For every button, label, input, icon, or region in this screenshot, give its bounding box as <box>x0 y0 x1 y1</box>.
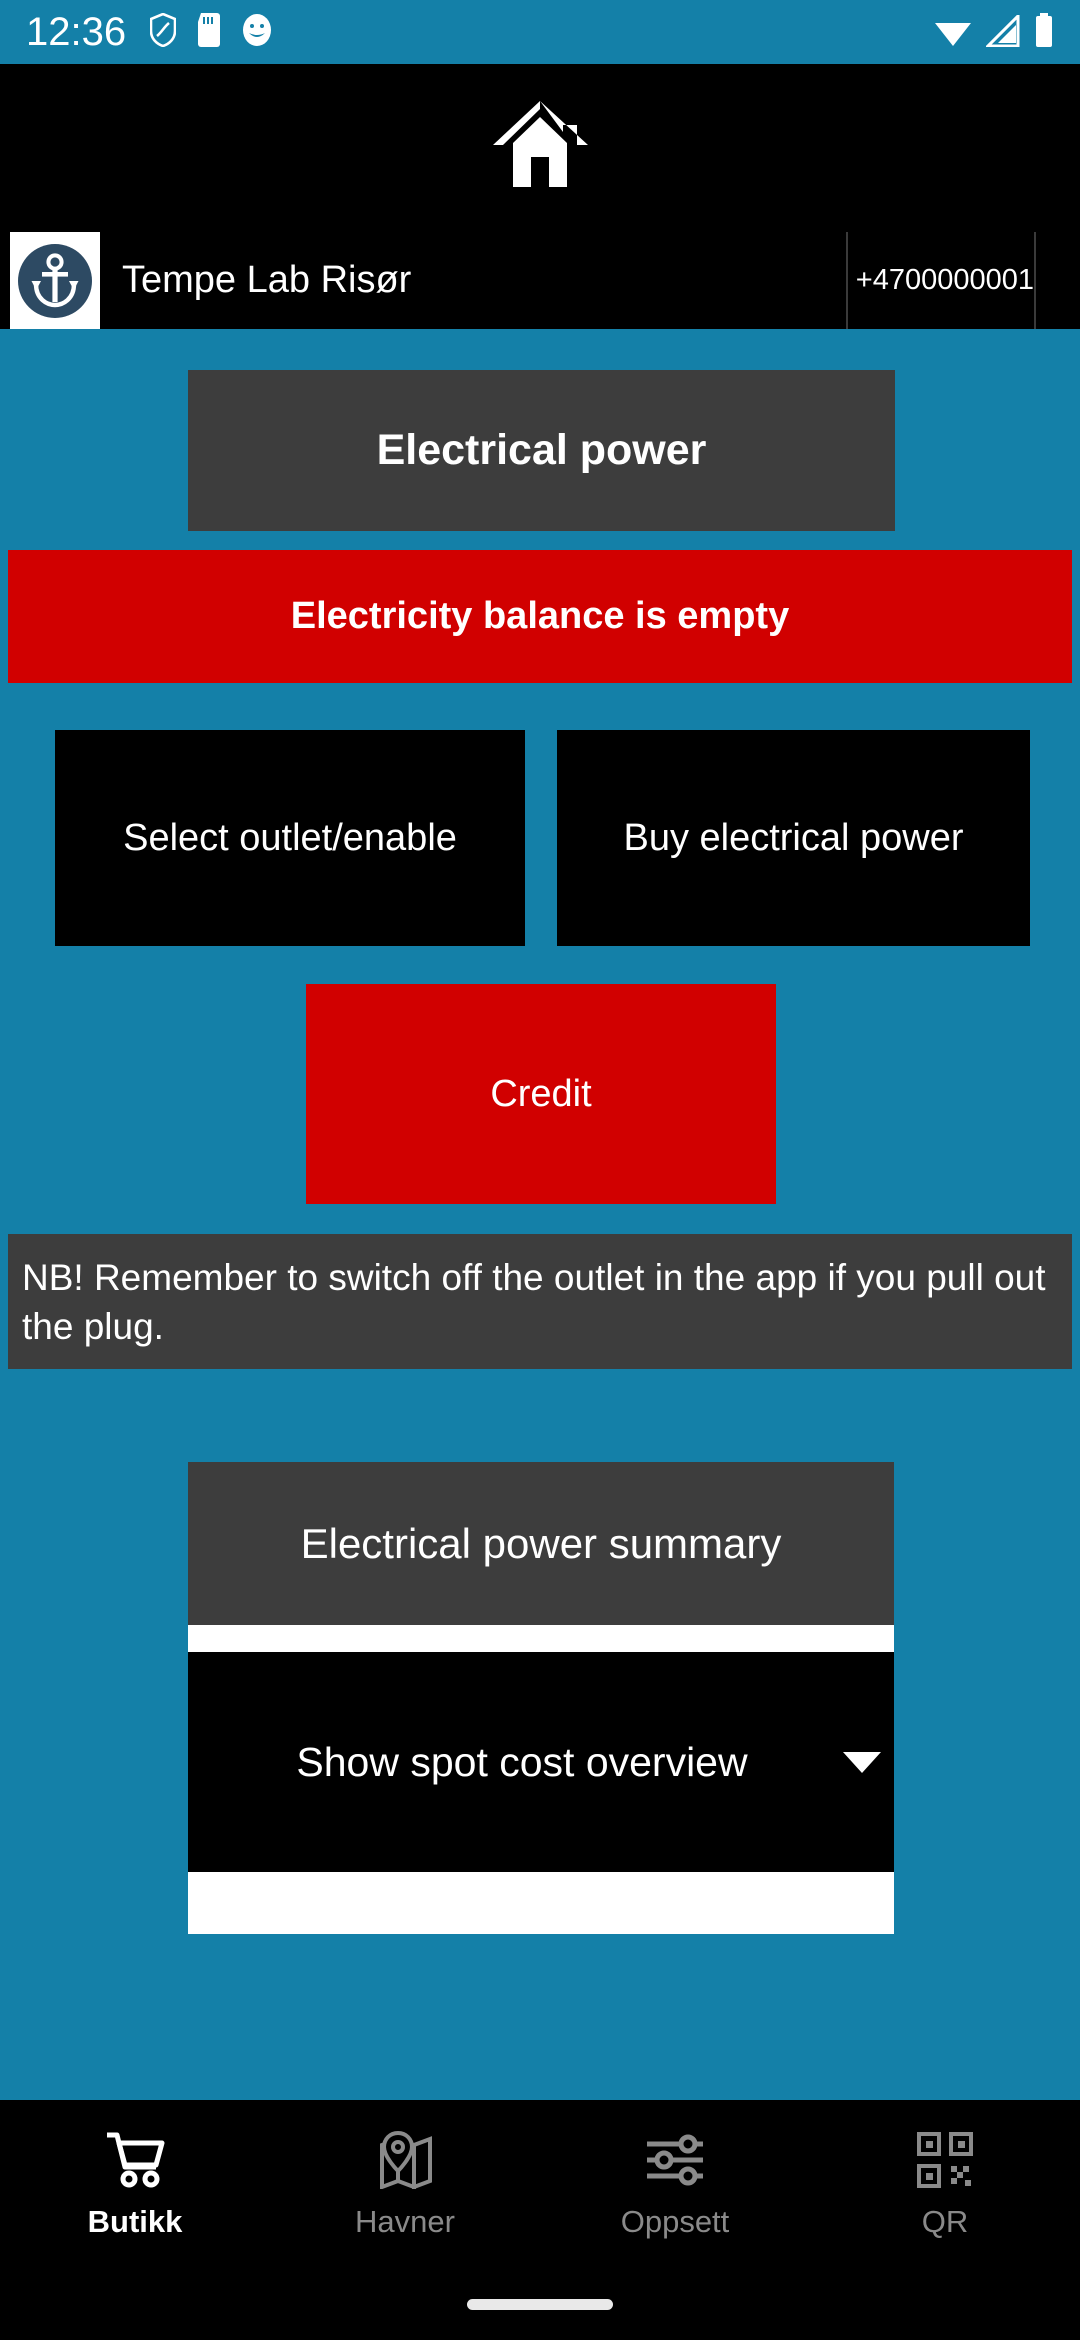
status-bar-clock: 12:36 <box>26 10 127 54</box>
status-bar-right-icons <box>934 11 1054 52</box>
electrical-power-summary-panel: Electrical power summary Show spot cost … <box>188 1462 894 1934</box>
harbour-phone: +4700000001 <box>848 232 1036 329</box>
harbour-name: Tempe Lab Risør <box>100 232 848 329</box>
wifi-icon <box>934 15 972 52</box>
nav-item-havner[interactable]: Havner <box>270 2100 540 2240</box>
harbour-header-row[interactable]: Tempe Lab Risør +4700000001 <box>10 232 1080 329</box>
app-badge-icon <box>242 13 272 52</box>
sliders-icon <box>644 2128 706 2192</box>
note-text: NB! Remember to switch off the outlet in… <box>22 1256 1046 1347</box>
harbour-logo-tile <box>10 232 100 329</box>
nav-label-butikk: Butikk <box>87 2204 183 2239</box>
nav-item-butikk[interactable]: Butikk <box>0 2100 270 2240</box>
cellular-signal-icon <box>984 11 1020 52</box>
status-bar-left-icons <box>149 12 272 52</box>
nav-label-havner: Havner <box>355 2204 455 2239</box>
sd-card-icon <box>198 12 221 52</box>
summary-title: Electrical power summary <box>188 1462 894 1625</box>
chevron-down-icon[interactable] <box>830 1751 894 1773</box>
harbour-phone-label: +4700000001 <box>855 264 1034 296</box>
note-block: NB! Remember to switch off the outlet in… <box>8 1234 1072 1369</box>
spot-cost-overview-selected-value: Show spot cost overview <box>296 1738 748 1785</box>
select-outlet-button[interactable]: Select outlet/enable <box>55 730 525 946</box>
nav-label-oppsett: Oppsett <box>620 2204 730 2239</box>
status-badge-balance-empty: Electricity balance is empty <box>8 550 1072 683</box>
buy-electrical-power-button[interactable]: Buy electrical power <box>557 730 1030 946</box>
page-title: Electrical power <box>188 370 895 531</box>
map-pin-icon <box>374 2128 436 2192</box>
status-bar: 12:36 <box>0 0 1080 64</box>
nav-item-qr[interactable]: QR <box>810 2100 1080 2240</box>
spot-cost-overview-dropdown[interactable]: Show spot cost overview <box>188 1652 894 1872</box>
main-content: Electrical power Electricity balance is … <box>0 329 1080 2100</box>
home-icon[interactable] <box>489 95 591 196</box>
qr-code-icon <box>916 2128 974 2192</box>
home-gesture-bar[interactable] <box>467 2299 613 2310</box>
shield-icon <box>149 12 177 52</box>
nav-label-qr: QR <box>921 2204 969 2239</box>
anchor-logo-icon <box>18 243 92 318</box>
harbour-name-label: Tempe Lab Risør <box>122 259 412 301</box>
app-bar <box>0 64 1080 227</box>
credit-button[interactable]: Credit <box>306 984 776 1204</box>
nav-item-oppsett[interactable]: Oppsett <box>540 2100 810 2240</box>
shopping-cart-icon <box>104 2128 166 2192</box>
battery-icon <box>1034 12 1054 52</box>
harbour-row-spacer <box>1036 232 1080 329</box>
